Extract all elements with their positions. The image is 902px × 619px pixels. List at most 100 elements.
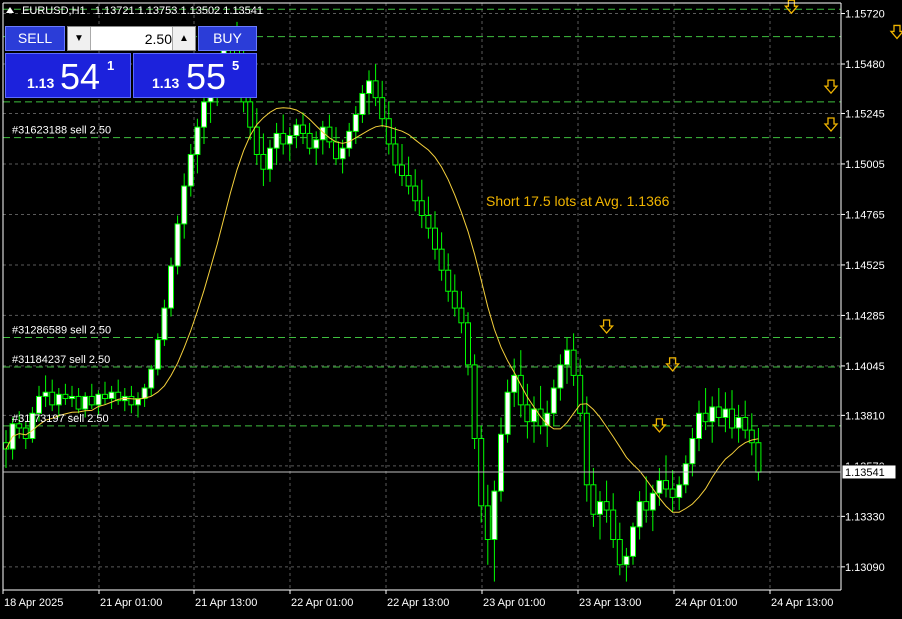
time-tick-label: 21 Apr 13:00 bbox=[195, 597, 257, 609]
candle-body bbox=[643, 501, 650, 511]
candle-body bbox=[42, 391, 49, 397]
candle-body bbox=[392, 143, 399, 166]
sell-price-prefix: 1.13 bbox=[27, 75, 55, 91]
order-label: #31623188 sell 2.50 bbox=[12, 125, 111, 137]
collapse-triangle-icon[interactable] bbox=[6, 7, 14, 13]
price-tick-label: 1.14765 bbox=[845, 209, 885, 221]
buy-button[interactable]: BUY bbox=[198, 26, 257, 51]
chart-title: EURUSD,H1 1.13721 1.13753 1.13502 1.1354… bbox=[6, 5, 263, 17]
candle-body bbox=[174, 223, 181, 267]
candle-body bbox=[445, 269, 452, 292]
candle-body bbox=[260, 153, 267, 170]
buy-price-button[interactable]: 1.13 55 5 bbox=[133, 53, 257, 98]
time-tick-label: 22 Apr 13:00 bbox=[387, 597, 449, 609]
current-price-label: 1.13541 bbox=[845, 467, 885, 479]
candle-body bbox=[187, 153, 194, 187]
candle-body bbox=[128, 395, 135, 406]
position-annotation: Short 17.5 lots at Avg. 1.1366 bbox=[486, 193, 670, 209]
candle-body bbox=[267, 147, 273, 170]
candle-body bbox=[669, 488, 676, 498]
candle-body bbox=[630, 526, 636, 557]
buy-price-prefix: 1.13 bbox=[152, 75, 180, 91]
candle-body bbox=[722, 408, 729, 418]
candle-body bbox=[352, 114, 359, 132]
candle-body bbox=[689, 438, 696, 465]
candle-body bbox=[438, 248, 445, 271]
candle-body bbox=[62, 393, 69, 400]
candle-body bbox=[366, 80, 372, 94]
ohlc-values: 1.13721 1.13753 1.13502 1.13541 bbox=[94, 5, 264, 17]
candle-body bbox=[550, 387, 557, 414]
candle-body bbox=[306, 132, 313, 149]
candle-body bbox=[82, 395, 89, 410]
sell-price-button[interactable]: 1.13 54 1 bbox=[5, 53, 131, 98]
price-tick-label: 1.15005 bbox=[845, 159, 885, 171]
order-label: #31-73197 sell 2.50 bbox=[12, 413, 109, 425]
candle-body bbox=[36, 395, 42, 414]
candle-body bbox=[682, 463, 689, 486]
one-click-trading-panel: SELL ▼ ▲ BUY 1.13 54 1 1.13 55 5 bbox=[5, 26, 257, 98]
sell-price-big: 54 bbox=[60, 56, 101, 97]
candle-body bbox=[616, 539, 623, 566]
candle-body bbox=[603, 501, 610, 511]
candle-body bbox=[161, 307, 168, 341]
candle-body bbox=[247, 101, 254, 128]
candle-body bbox=[597, 501, 603, 515]
candle-body bbox=[168, 265, 174, 309]
candle-body bbox=[537, 408, 544, 427]
price-tick-label: 1.13330 bbox=[845, 511, 885, 523]
candle-body bbox=[300, 124, 306, 134]
candle-body bbox=[663, 480, 669, 490]
candle-body bbox=[517, 374, 524, 406]
candle-body bbox=[49, 391, 56, 406]
candle-body bbox=[359, 92, 366, 116]
time-tick-label: 24 Apr 13:00 bbox=[771, 597, 833, 609]
price-tick-label: 1.13090 bbox=[845, 562, 885, 574]
price-tick-label: 1.15720 bbox=[845, 9, 885, 21]
candle-body bbox=[649, 492, 656, 511]
candle-body bbox=[333, 141, 339, 160]
sell-price-sup: 1 bbox=[107, 58, 115, 73]
candle-body bbox=[194, 126, 201, 155]
candle-body bbox=[511, 374, 518, 393]
candle-body bbox=[69, 395, 75, 400]
order-label: #31184237 sell 2.50 bbox=[12, 354, 110, 366]
candle-body bbox=[557, 364, 564, 389]
time-tick-label: 23 Apr 01:00 bbox=[483, 597, 545, 609]
candle-body bbox=[458, 307, 465, 324]
time-tick-label: 24 Apr 01:00 bbox=[675, 597, 737, 609]
candle-body bbox=[696, 412, 702, 440]
triangle-down-icon[interactable]: ▼ bbox=[68, 27, 91, 50]
symbol-label: EURUSD,H1 bbox=[22, 5, 86, 17]
price-tick-label: 1.14045 bbox=[845, 361, 885, 373]
candle-body bbox=[385, 118, 392, 145]
candle-body bbox=[313, 139, 320, 149]
candle-body bbox=[590, 484, 597, 515]
candle-body bbox=[372, 80, 379, 99]
candle-body bbox=[273, 132, 280, 149]
triangle-up-icon[interactable]: ▲ bbox=[172, 27, 195, 50]
candle-body bbox=[504, 391, 511, 435]
candle-body bbox=[399, 164, 405, 177]
candle-body bbox=[88, 395, 95, 406]
candle-body bbox=[715, 406, 722, 418]
sell-button[interactable]: SELL bbox=[5, 26, 65, 51]
candle-body bbox=[108, 391, 115, 400]
candle-body bbox=[286, 135, 293, 145]
candle-body bbox=[253, 126, 260, 155]
candle-body bbox=[709, 406, 716, 423]
volume-field[interactable]: ▼ ▲ bbox=[67, 26, 196, 51]
chart[interactable]: #31583911 sell 2.50#31623188 sell 2.50#3… bbox=[0, 0, 902, 614]
candle-body bbox=[656, 480, 663, 494]
candle-body bbox=[432, 227, 438, 250]
candle-body bbox=[465, 322, 471, 366]
candle-body bbox=[577, 374, 584, 414]
candle-body bbox=[379, 97, 386, 120]
time-tick-label: 21 Apr 01:00 bbox=[100, 597, 162, 609]
candle-body bbox=[583, 412, 590, 486]
volume-input[interactable] bbox=[92, 29, 172, 48]
candle-body bbox=[729, 408, 735, 429]
candle-body bbox=[471, 364, 478, 440]
candle-body bbox=[154, 339, 161, 370]
candle-body bbox=[702, 412, 709, 423]
